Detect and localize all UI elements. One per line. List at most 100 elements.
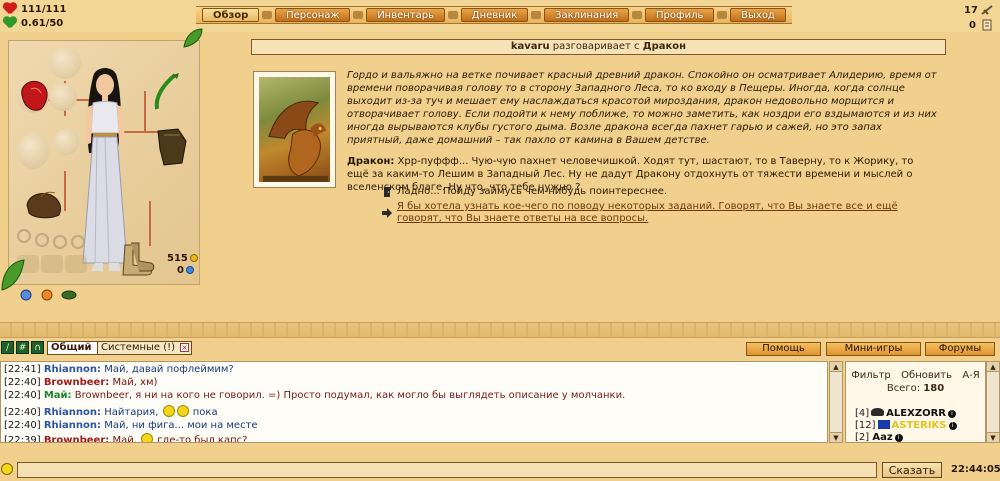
chat-message: [22:40] Rhiannon: Май, ни фига... мои на… <box>4 420 258 432</box>
pencil-icon[interactable]: / <box>1 341 14 354</box>
chat-message: [22:40] Rhiannon: Найтария, пока <box>4 405 218 419</box>
nav-character[interactable]: Персонаж <box>275 8 351 22</box>
npc-name: Дракон <box>642 41 687 52</box>
chat-scrollbar[interactable]: ▲ ▼ <box>829 361 843 443</box>
arrow-right-icon <box>382 208 392 218</box>
dialog-text: Гордо и вальяжно на ветке почивает красн… <box>347 69 937 194</box>
user-list-item[interactable]: [12] ASTERIKS i <box>855 420 957 431</box>
user-list-header: Фильтр Обновить А-Я <box>846 362 985 381</box>
door-icon <box>384 187 390 197</box>
cloak-icon[interactable] <box>154 127 188 167</box>
hash-icon[interactable]: # <box>16 341 29 354</box>
chat-input[interactable] <box>17 462 877 478</box>
nav-inventory[interactable]: Инвентарь <box>366 8 445 22</box>
smiley-icon <box>176 405 189 418</box>
smiley-icon <box>162 405 175 418</box>
mini-games-button[interactable]: Мини-игры <box>826 342 921 356</box>
close-icon[interactable]: × <box>180 343 190 352</box>
chat-tab-system[interactable]: Системные (!) × <box>97 341 193 355</box>
user-total: Всего: 180 <box>886 383 945 394</box>
scroll-up-icon[interactable]: ▲ <box>830 362 842 372</box>
scroll-down-icon[interactable]: ▼ <box>830 432 842 442</box>
player-name: kavaru <box>510 41 550 52</box>
dialog-option-1[interactable]: Ладно... Пойду займусь чем-нибудь поинте… <box>381 186 667 198</box>
hp-stat: 111/111 <box>3 3 66 15</box>
character-panel: 515 0 <box>8 40 200 285</box>
scroll-icon[interactable] <box>982 19 992 31</box>
mana-stat: 0.61/50 <box>3 17 63 29</box>
info-icon[interactable]: i <box>948 422 957 430</box>
nav-separator <box>717 11 728 19</box>
dialog-header: kavaru разговаривает с Дракон <box>251 39 946 55</box>
nav-separator <box>353 11 364 19</box>
dragon-image <box>259 77 330 182</box>
ring-slot[interactable] <box>17 229 31 243</box>
main-nav: Обзор Персонаж Инвентарь Дневник Заклина… <box>196 6 792 24</box>
ring-slot[interactable] <box>35 233 49 247</box>
info-icon[interactable]: i <box>947 410 956 418</box>
heart-icon <box>3 3 17 15</box>
user-list-item[interactable]: [2] Aaz i <box>855 432 903 443</box>
forums-button[interactable]: Форумы <box>925 342 995 356</box>
nav-separator <box>531 11 542 19</box>
chat-message: [22:39] Brownbeer: Май, где-то был капс? <box>4 432 248 443</box>
send-button[interactable]: Сказать <box>882 462 942 478</box>
sort-button[interactable]: А-Я <box>962 370 979 381</box>
decorative-border <box>0 322 1000 338</box>
nav-exit[interactable]: Выход <box>730 8 786 22</box>
dialog-option-2[interactable]: Я бы хотела узнать кое-чего по поводу не… <box>381 201 941 225</box>
green-heart-icon <box>3 17 17 29</box>
scroll-up-icon[interactable]: ▲ <box>987 362 999 372</box>
nav-diary[interactable]: Дневник <box>460 8 529 22</box>
refresh-button[interactable]: Обновить <box>901 370 952 381</box>
smiley-picker-icon[interactable] <box>1 463 13 475</box>
ring-slot[interactable] <box>71 235 85 249</box>
dialog-verb: разговаривает с <box>552 41 640 52</box>
boots-icon[interactable] <box>117 241 157 279</box>
item-slot[interactable] <box>65 255 87 273</box>
help-button[interactable]: Помощь <box>746 342 821 356</box>
body-slot[interactable] <box>17 133 49 169</box>
green-bag-icon[interactable] <box>61 288 77 300</box>
nav-overview[interactable]: Обзор <box>202 8 260 22</box>
sword-icon[interactable] <box>980 4 994 16</box>
green-bow-icon[interactable] <box>149 71 181 111</box>
npc-portrait <box>253 71 336 188</box>
smiley-icon <box>141 432 154 442</box>
nav-profile[interactable]: Профиль <box>645 8 715 22</box>
guild-icon <box>871 408 885 416</box>
clock: 22:44:05 <box>951 464 1000 475</box>
top-right-value-2: 0 <box>969 20 976 31</box>
gold-counter: 515 <box>167 253 198 264</box>
nav-separator <box>447 11 458 19</box>
slot-connector <box>149 201 151 246</box>
gem-counter: 0 <box>177 265 194 276</box>
blue-flower-icon[interactable] <box>19 288 33 302</box>
item-slot[interactable] <box>41 255 63 273</box>
top-right-value-1: 17 <box>964 5 978 16</box>
nav-separator <box>262 11 273 19</box>
gloves-icon[interactable] <box>23 187 67 221</box>
speech-label: Дракон: <box>347 156 395 167</box>
blue-gem-icon <box>185 266 194 274</box>
filter-button[interactable]: Фильтр <box>851 370 891 381</box>
leaf-icon <box>1 259 25 291</box>
gold-coin-icon <box>189 254 198 262</box>
info-icon[interactable]: i <box>894 434 903 442</box>
user-list-scrollbar[interactable]: ▲ ▼ <box>986 361 1000 443</box>
chat-message: [22:40] Brownbeer: Май, хм) <box>4 376 158 388</box>
chat-message: [22:41] Rhiannon: Май, давай пофлеймим? <box>4 364 234 375</box>
nav-separator <box>632 11 643 19</box>
npc-description: Гордо и вальяжно на ветке почивает красн… <box>347 70 937 146</box>
ring-slot[interactable] <box>53 235 67 249</box>
flag-icon <box>877 420 890 429</box>
scroll-down-icon[interactable]: ▼ <box>987 432 999 442</box>
dragon-icon <box>262 100 329 182</box>
chat-log[interactable]: [22:41] Rhiannon: Май, давай пофлеймим? … <box>0 361 828 443</box>
red-armor-icon[interactable] <box>19 79 51 113</box>
leaf-icon <box>183 28 203 48</box>
orange-star-icon[interactable] <box>40 288 54 302</box>
headphones-icon[interactable]: ∩ <box>31 341 44 354</box>
user-list-item[interactable]: [4] ALEXZORR i <box>855 408 956 419</box>
nav-spells[interactable]: Заклинания <box>544 8 630 22</box>
